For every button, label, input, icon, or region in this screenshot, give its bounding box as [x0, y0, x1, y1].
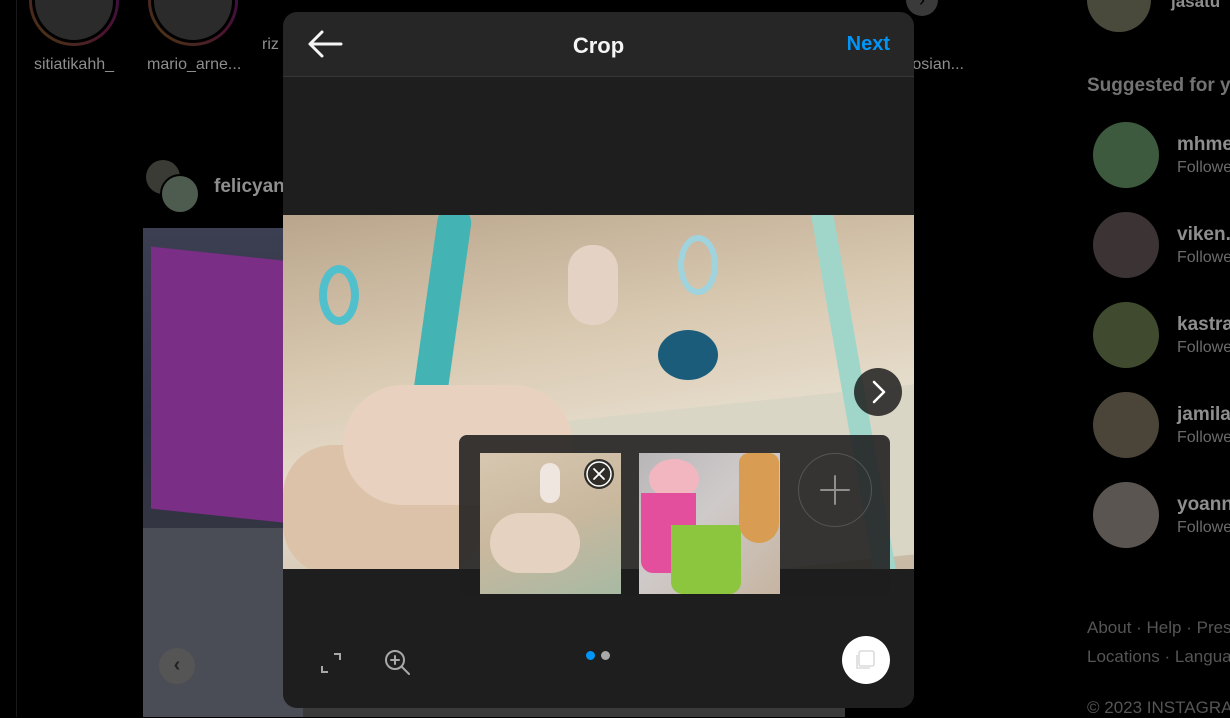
zoom-in-icon — [385, 650, 410, 675]
avatar — [1093, 392, 1159, 458]
photo-ball-toy — [658, 330, 718, 380]
post-username[interactable]: felicyan — [214, 176, 285, 198]
story-ring — [148, 0, 238, 46]
photo-next-button[interactable] — [854, 368, 902, 416]
zoom-button[interactable] — [382, 647, 412, 677]
story-avatar — [32, 0, 116, 43]
suggestion-subtitle: Followe — [1177, 249, 1230, 266]
photo-ring-toy — [319, 265, 359, 325]
next-button[interactable]: Next — [847, 33, 890, 56]
open-gallery-button[interactable] — [842, 636, 890, 684]
left-nav-rail — [0, 0, 17, 717]
footer-line[interactable]: Locations · Langua — [1087, 642, 1230, 671]
story-item[interactable]: sitiatikahh_ — [28, 0, 120, 74]
photo-toy — [568, 245, 618, 325]
story-username: sitiatikahh_ — [33, 56, 115, 73]
thumb-cone — [739, 453, 779, 543]
suggestion-username: yoann — [1177, 494, 1230, 515]
avatar — [1093, 122, 1159, 188]
photo-ring-toy — [678, 235, 718, 295]
post-prev-button[interactable]: ‹ — [159, 648, 195, 684]
thumb-cup — [671, 525, 741, 594]
suggestion-username: kastra — [1177, 314, 1230, 335]
aspect-ratio-button[interactable] — [317, 649, 345, 677]
suggestion-subtitle: Followe — [1177, 159, 1230, 176]
dialog-title: Crop — [572, 33, 625, 58]
footer-line[interactable]: About · Help · Pres — [1087, 613, 1230, 642]
story-ring — [29, 0, 119, 46]
avatar — [1093, 482, 1159, 548]
chevron-right-icon — [872, 380, 886, 404]
suggestion-item[interactable]: mhme Followe — [1093, 122, 1230, 188]
thumb-toy — [540, 463, 560, 503]
expand-icon — [321, 653, 341, 673]
crop-dialog: Crop Next — [283, 12, 914, 708]
carousel-pager — [586, 651, 616, 661]
pager-dot-active — [586, 651, 595, 660]
suggestion-subtitle: Followe — [1177, 429, 1230, 446]
avatar — [1093, 212, 1159, 278]
suggestion-item[interactable]: jamila Followe — [1093, 392, 1230, 458]
add-media-button[interactable] — [798, 453, 872, 527]
suggestion-item[interactable]: yoann Followe — [1093, 482, 1230, 548]
suggestion-item[interactable]: kastra Followe — [1093, 302, 1230, 368]
crop-area[interactable] — [283, 77, 914, 708]
copyright: © 2023 INSTAGRA — [1087, 698, 1230, 717]
suggestion-subtitle: Followe — [1177, 339, 1230, 356]
current-username: jasatu — [1171, 0, 1221, 11]
suggestion-item[interactable]: viken. Followe — [1093, 212, 1230, 278]
avatar — [160, 174, 200, 214]
remove-media-button[interactable] — [584, 459, 614, 489]
story-avatar — [151, 0, 235, 43]
story-item[interactable]: mario_arne... — [147, 0, 242, 74]
media-thumbnail-2[interactable] — [639, 453, 780, 594]
suggestion-username: jamila — [1177, 404, 1230, 425]
avatar — [1087, 0, 1151, 32]
suggested-title: Suggested for y — [1087, 75, 1230, 96]
suggestion-username: viken. — [1177, 224, 1230, 245]
dialog-header: Crop Next — [283, 12, 914, 77]
thumb-baby — [490, 513, 580, 573]
avatar — [1093, 302, 1159, 368]
close-icon — [586, 461, 612, 487]
post-avatar[interactable] — [146, 160, 200, 214]
crop-toolbar — [283, 616, 914, 708]
pager-dot — [601, 651, 610, 660]
footer-links[interactable]: About · Help · Pres Locations · Langua — [1087, 613, 1230, 671]
story-username: mario_arne... — [147, 56, 242, 73]
post-image-billboard — [151, 246, 291, 524]
post-image-building — [143, 528, 303, 717]
plus-icon — [820, 475, 850, 505]
suggestion-username: mhme — [1177, 134, 1230, 155]
suggestion-subtitle: Followe — [1177, 519, 1230, 536]
gallery-icon — [856, 650, 875, 669]
